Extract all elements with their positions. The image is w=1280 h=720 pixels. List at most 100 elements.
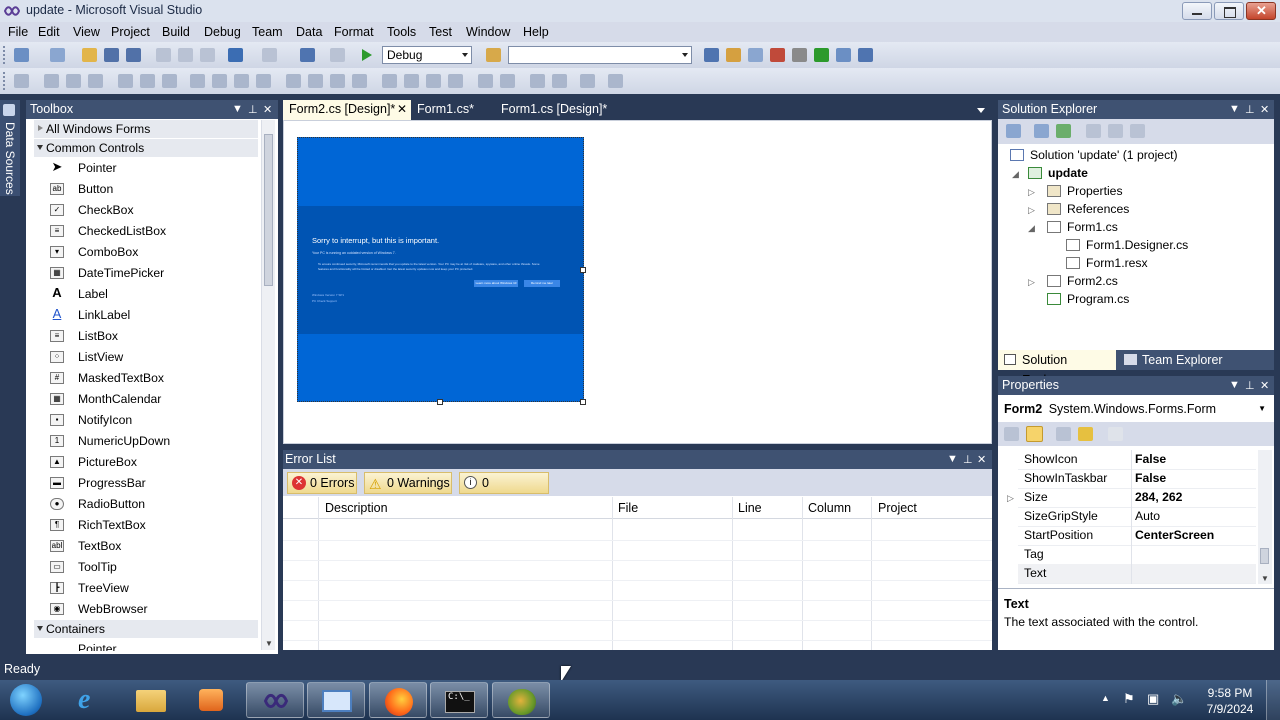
warnings-filter-button[interactable]: ⚠ 0 Warnings (364, 472, 452, 494)
toolbox-item-combobox[interactable]: ▾ ComboBox (50, 242, 138, 262)
toolbox-category-all[interactable]: All Windows Forms (34, 120, 258, 138)
properties-icon[interactable] (1006, 124, 1021, 138)
toolbox-item-pointer-containers[interactable]: Pointer (78, 639, 117, 651)
messages-filter-button[interactable]: i0 Messages (459, 472, 549, 510)
toolbox-category-containers[interactable]: Containers (34, 620, 258, 638)
tree-form1-designer[interactable]: Form1.Designer.cs (1066, 236, 1188, 254)
tree-project-update[interactable]: update (1028, 164, 1088, 182)
expand-arrow-icon[interactable]: ▷ (1028, 205, 1035, 216)
prop-value[interactable]: False (1135, 469, 1166, 488)
toolbox-item-notifyicon[interactable]: ▪ NotifyIcon (50, 410, 132, 430)
tree-references[interactable]: References (1047, 200, 1129, 218)
increase-horizontal-spacing-icon[interactable] (308, 74, 323, 88)
taskbar-internet-explorer[interactable]: e (62, 682, 120, 718)
center-vertically-icon[interactable] (500, 74, 515, 88)
menu-data[interactable]: Data (296, 25, 322, 39)
menu-file[interactable]: File (8, 25, 28, 39)
collapse-arrow-icon[interactable]: ◢ (1028, 223, 1035, 234)
output-window-icon[interactable] (858, 48, 873, 62)
redo-icon[interactable] (262, 48, 277, 62)
toolbar-options-icon[interactable] (608, 74, 623, 88)
expand-arrow-icon[interactable]: ▷ (1028, 277, 1035, 288)
view-designer-icon[interactable] (1108, 124, 1123, 138)
toolbox-item-treeview[interactable]: ┣ TreeView (50, 578, 129, 598)
events-lightning-icon[interactable] (1078, 427, 1093, 441)
center-horizontally-icon[interactable] (478, 74, 493, 88)
tab-form1-design[interactable]: Form1.cs [Design]* (495, 100, 615, 120)
align-lefts-icon[interactable] (44, 74, 59, 88)
toolbox-item-richtextbox[interactable]: ¶ RichTextBox (50, 515, 146, 535)
toolbox-item-tooltip[interactable]: ▭ ToolTip (50, 557, 117, 577)
action-center-flag-icon[interactable]: ⚑ (1123, 691, 1135, 707)
solution-configuration-combo[interactable]: Debug (382, 46, 472, 64)
toolbar-grip[interactable] (3, 46, 8, 64)
toolbox-item-textbox[interactable]: abl TextBox (50, 536, 121, 556)
menu-edit[interactable]: Edit (38, 25, 60, 39)
resize-handle-bottom[interactable] (437, 399, 443, 405)
menu-build[interactable]: Build (162, 25, 190, 39)
menu-window[interactable]: Window (466, 25, 510, 39)
find-combo[interactable] (508, 46, 692, 64)
learn-more-button[interactable]: Learn more about Windows 10 (474, 280, 518, 287)
new-project-icon[interactable] (14, 48, 29, 62)
show-hidden-icons-chevron-icon[interactable]: ▲ (1101, 693, 1110, 703)
pin-icon[interactable]: ⊥ (1245, 103, 1255, 116)
tree-form1[interactable]: Form1.cs (1047, 218, 1118, 236)
tab-order-icon[interactable] (580, 74, 595, 88)
refresh-icon[interactable] (1056, 124, 1071, 138)
tab-form2-design[interactable]: Form2.cs [Design]* ✕ (283, 100, 411, 120)
tab-overflow-chevron-icon[interactable] (977, 108, 985, 113)
toolbox-item-numericupdown[interactable]: 1 NumericUpDown (50, 431, 170, 451)
chevron-down-icon[interactable]: ▼ (1229, 103, 1240, 115)
server-explorer-icon[interactable] (836, 48, 851, 62)
extension-icon[interactable] (814, 48, 829, 62)
maximize-button[interactable] (1214, 2, 1244, 20)
toolbox-scrollbar[interactable]: ▼ (261, 120, 275, 650)
undo-icon[interactable] (228, 48, 243, 62)
toolbox-item-linklabel[interactable]: A LinkLabel (53, 305, 131, 325)
start-button[interactable] (6, 682, 46, 718)
solution-explorer-icon[interactable] (704, 48, 719, 62)
taskbar-file-explorer[interactable] (122, 682, 180, 718)
start-debugging-icon[interactable] (362, 49, 372, 61)
bring-to-front-icon[interactable] (530, 74, 545, 88)
toolbox-item-button[interactable]: ab Button (50, 179, 113, 199)
horizontal-spacing-icon[interactable] (286, 74, 301, 88)
toolbox-item-pointer[interactable]: ➤ Pointer (52, 158, 117, 178)
resize-handle-corner[interactable] (580, 399, 586, 405)
taskbar-chameleon-app[interactable] (492, 682, 550, 718)
taskbar-command-prompt[interactable]: C:\_ (430, 682, 488, 718)
column-file[interactable]: File (618, 499, 638, 517)
navigate-forward-icon[interactable] (330, 48, 345, 62)
prop-row-showintaskbar[interactable]: ShowInTaskbar False (1018, 469, 1256, 489)
taskbar-media-player[interactable] (182, 682, 240, 718)
toolbox-item-datetimepicker[interactable]: ▦ DateTimePicker (50, 263, 164, 283)
properties-view-icon[interactable] (1056, 427, 1071, 441)
chevron-down-icon[interactable]: ▼ (1229, 379, 1240, 391)
toolbox-item-radiobutton[interactable]: ● RadioButton (50, 494, 145, 514)
toolbox-item-picturebox[interactable]: ▲ PictureBox (50, 452, 137, 472)
taskbar-form-app[interactable] (307, 682, 365, 718)
chevron-down-icon[interactable]: ▼ (947, 453, 958, 465)
show-all-files-icon[interactable] (1034, 124, 1049, 138)
tree-program[interactable]: Program.cs (1047, 290, 1129, 308)
show-desktop-button[interactable] (1266, 680, 1280, 720)
find-in-files-icon[interactable] (486, 48, 501, 62)
taskbar-visual-studio[interactable] (246, 682, 304, 718)
toolbar-grip[interactable] (3, 72, 8, 90)
tree-form1-resx[interactable]: Form1.resx (1066, 254, 1148, 272)
cut-icon[interactable] (156, 48, 171, 62)
save-icon[interactable] (104, 48, 119, 62)
remove-vertical-spacing-icon[interactable] (448, 74, 463, 88)
send-to-back-icon[interactable] (552, 74, 567, 88)
tree-properties[interactable]: Properties (1047, 182, 1123, 200)
expand-arrow-icon[interactable]: ▷ (1007, 493, 1014, 504)
network-icon[interactable]: ▣ (1147, 691, 1159, 707)
toolbox-item-listbox[interactable]: ≡ ListBox (50, 326, 118, 346)
toolbox-item-maskedtextbox[interactable]: # MaskedTextBox (50, 368, 164, 388)
expand-arrow-icon[interactable]: ▷ (1028, 187, 1035, 198)
make-same-size-icon[interactable] (256, 74, 271, 88)
make-same-width-icon[interactable] (190, 74, 205, 88)
chevron-down-icon[interactable]: ▼ (1261, 574, 1269, 583)
align-centers-icon[interactable] (66, 74, 81, 88)
